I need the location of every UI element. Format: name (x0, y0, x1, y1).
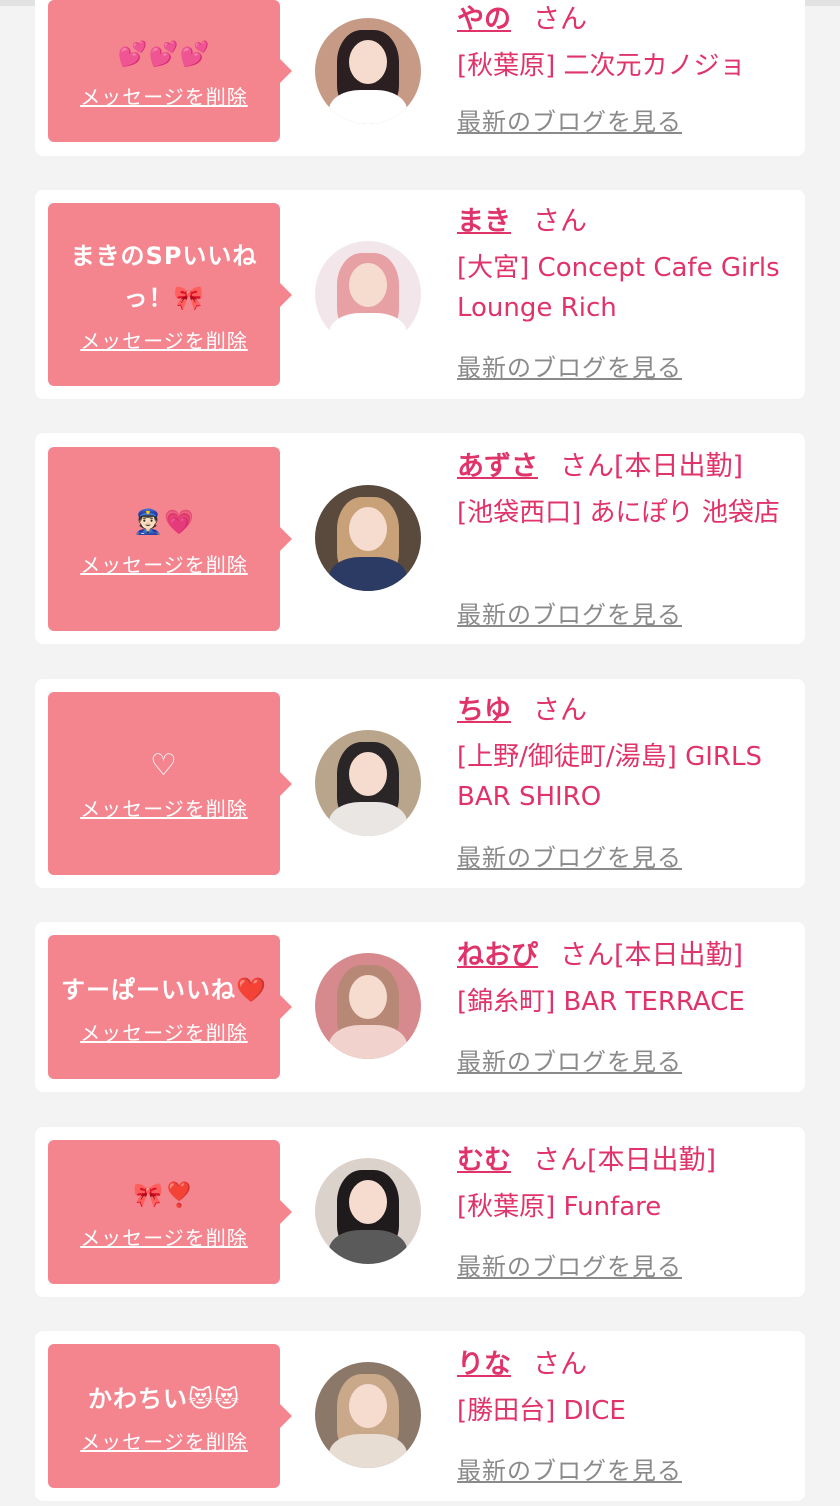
message-bubble: 👮🏻💗 メッセージを削除 (48, 447, 292, 631)
avatar[interactable] (315, 1362, 421, 1468)
message-bubble: まきのSPいいね っ！🎀 メッセージを削除 (48, 203, 292, 386)
latest-blog-link[interactable]: 最新のブログを見る (457, 348, 682, 383)
latest-blog-link[interactable]: 最新のブログを見る (457, 1247, 682, 1282)
shop-label: [秋葉原] 二次元カノジョ (457, 51, 746, 81)
message-text: かわちい😻😻 (87, 1384, 241, 1413)
honorific: さん[本日出勤] (560, 940, 744, 971)
message-bubble: 💕💕💕 メッセージを削除 (48, 0, 292, 142)
delete-message-link[interactable]: メッセージを削除 (80, 1222, 248, 1251)
latest-blog-link[interactable]: 最新のブログを見る (457, 1451, 682, 1486)
avatar[interactable] (315, 953, 421, 1059)
cast-name-link[interactable]: あずさ (457, 451, 538, 482)
delete-message-link[interactable]: メッセージを削除 (80, 1017, 248, 1046)
shop-label: [錦糸町] BAR TERRACE (457, 987, 745, 1017)
message-card: かわちい😻😻 メッセージを削除 りな さん [勝田台] DICE 最新のブログを見… (35, 1331, 805, 1501)
delete-message-link[interactable]: メッセージを削除 (80, 1426, 248, 1455)
honorific: さん (533, 1349, 587, 1380)
shop-label: [池袋西口] あにぽり 池袋店 (457, 498, 780, 528)
cast-name-link[interactable]: やの (457, 4, 511, 35)
message-bubble: かわちい😻😻 メッセージを削除 (48, 1344, 292, 1488)
message-card: 🎀❣️ メッセージを削除 むむ さん[本日出勤] [秋葉原] Funfare 最新… (35, 1127, 805, 1297)
shop-label: [秋葉原] Funfare (457, 1192, 662, 1222)
honorific: さん[本日出勤] (533, 1145, 717, 1176)
honorific: さん (533, 695, 587, 726)
message-text: 🎀❣️ (133, 1180, 195, 1209)
honorific: さん[本日出勤] (560, 451, 744, 482)
delete-message-link[interactable]: メッセージを削除 (80, 325, 248, 354)
message-card: 👮🏻💗 メッセージを削除 あずさ さん[本日出勤] [池袋西口] あにぽり 池袋店… (35, 433, 805, 644)
message-list: 💕💕💕 メッセージを削除 やの さん [秋葉原] 二次元カノジョ 最新のブログを見… (0, 0, 840, 1506)
delete-message-link[interactable]: メッセージを削除 (80, 81, 248, 110)
delete-message-link[interactable]: メッセージを削除 (80, 549, 248, 578)
latest-blog-link[interactable]: 最新のブログを見る (457, 1042, 682, 1077)
avatar[interactable] (315, 730, 421, 836)
message-text: ♡ (150, 748, 178, 783)
message-text: 👮🏻💗 (133, 507, 195, 536)
message-card: 💕💕💕 メッセージを削除 やの さん [秋葉原] 二次元カノジョ 最新のブログを見… (35, 0, 805, 156)
message-bubble: ♡ メッセージを削除 (48, 692, 292, 875)
shop-label: [大宮] Concept Cafe Girls Lounge Rich (457, 253, 780, 323)
message-bubble: 🎀❣️ メッセージを削除 (48, 1140, 292, 1284)
cast-name-link[interactable]: まき (457, 206, 511, 237)
message-text: すーぱーいいね❤️ (61, 975, 267, 1004)
latest-blog-link[interactable]: 最新のブログを見る (457, 102, 682, 137)
message-text: まきのSPいいね っ！🎀 (70, 242, 258, 312)
shop-label: [勝田台] DICE (457, 1396, 626, 1426)
latest-blog-link[interactable]: 最新のブログを見る (457, 595, 682, 630)
avatar[interactable] (315, 241, 421, 347)
message-text: 💕💕💕 (117, 39, 211, 68)
honorific: さん (533, 206, 587, 237)
message-card: すーぱーいいね❤️ メッセージを削除 ねおぴ さん[本日出勤] [錦糸町] BAR… (35, 922, 805, 1092)
delete-message-link[interactable]: メッセージを削除 (80, 793, 248, 822)
message-card: ♡ メッセージを削除 ちゆ さん [上野/御徒町/湯島] GIRLS BAR SH… (35, 679, 805, 888)
cast-name-link[interactable]: むむ (457, 1145, 511, 1176)
avatar[interactable] (315, 1158, 421, 1264)
avatar[interactable] (315, 18, 421, 124)
honorific: さん (533, 4, 587, 35)
cast-name-link[interactable]: りな (457, 1349, 511, 1380)
shop-label: [上野/御徒町/湯島] GIRLS BAR SHIRO (457, 742, 762, 812)
latest-blog-link[interactable]: 最新のブログを見る (457, 838, 682, 873)
avatar[interactable] (315, 485, 421, 591)
cast-name-link[interactable]: ねおぴ (457, 940, 538, 971)
cast-name-link[interactable]: ちゆ (457, 695, 511, 726)
message-bubble: すーぱーいいね❤️ メッセージを削除 (48, 935, 292, 1079)
message-card: まきのSPいいね っ！🎀 メッセージを削除 まき さん [大宮] Concept … (35, 190, 805, 399)
